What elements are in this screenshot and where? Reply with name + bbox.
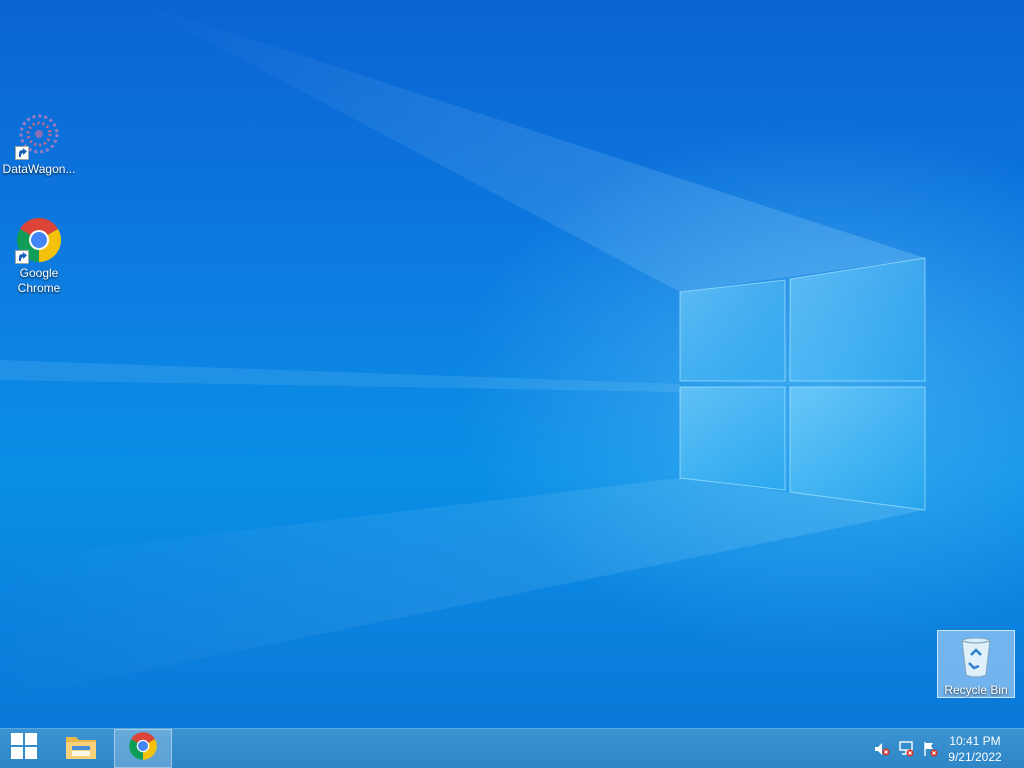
taskbar-chrome-button[interactable] bbox=[114, 729, 172, 768]
shortcut-arrow-icon bbox=[15, 146, 29, 160]
volume-muted-icon[interactable] bbox=[874, 741, 890, 757]
desktop-icon-label: DataWagon... bbox=[2, 162, 76, 176]
wallpaper-windows-logo bbox=[0, 0, 926, 700]
taskbar-file-explorer-button[interactable] bbox=[57, 729, 105, 768]
desktop[interactable]: DataWagon... Google Chrome Recycle Bin bbox=[0, 0, 1024, 728]
datawagon-app-icon bbox=[15, 112, 63, 160]
recycle-bin-icon bbox=[952, 633, 1000, 681]
desktop-icon-label: Recycle Bin bbox=[944, 683, 1008, 697]
taskbar-clock[interactable]: 10:41 PM 9/21/2022 bbox=[940, 733, 1010, 765]
desktop-icon-recycle-bin[interactable]: Recycle Bin bbox=[937, 630, 1015, 698]
file-explorer-icon bbox=[64, 731, 98, 766]
clock-date: 9/21/2022 bbox=[948, 750, 1002, 764]
windows-logo-icon bbox=[10, 732, 38, 765]
taskbar: 10:41 PM 9/21/2022 bbox=[0, 728, 1024, 768]
desktop-icon-label: Google Chrome bbox=[17, 266, 61, 295]
chrome-icon bbox=[128, 731, 158, 766]
chrome-icon bbox=[15, 216, 63, 264]
start-button[interactable] bbox=[0, 729, 48, 768]
clock-time: 10:41 PM bbox=[949, 734, 1001, 748]
desktop-icon-datawagon[interactable]: DataWagon... bbox=[0, 112, 78, 177]
action-center-flag-icon[interactable] bbox=[922, 741, 938, 757]
desktop-icon-google-chrome[interactable]: Google Chrome bbox=[0, 216, 78, 296]
shortcut-arrow-icon bbox=[15, 250, 29, 264]
network-disconnected-icon[interactable] bbox=[898, 741, 914, 757]
